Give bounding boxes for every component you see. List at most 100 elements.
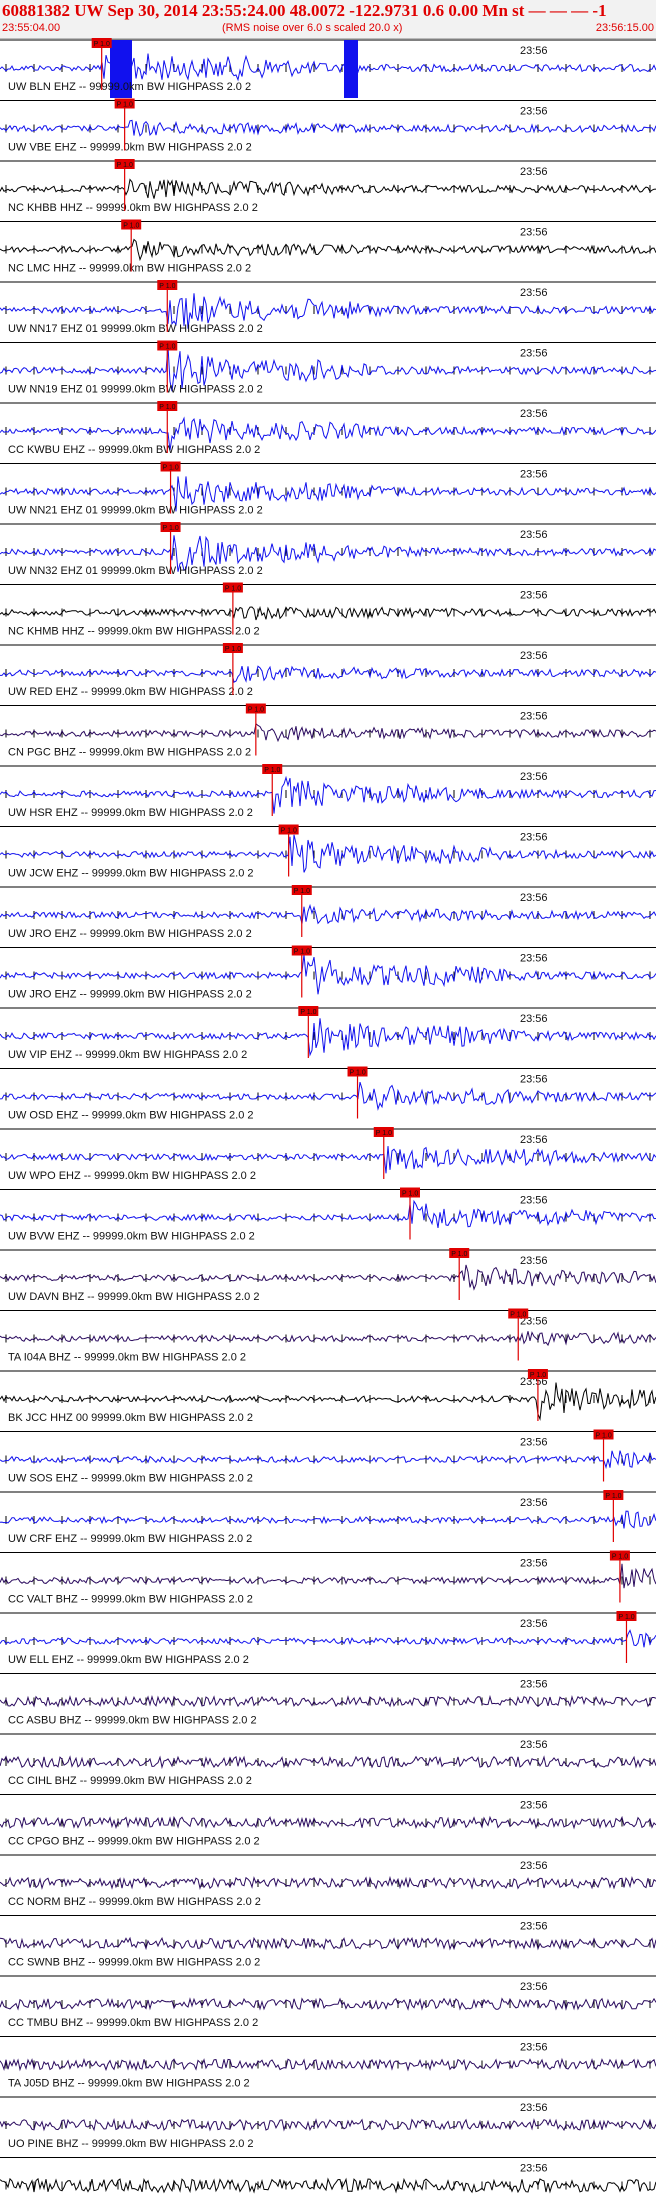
station-label: UW NN32 EHZ 01 99999.0km BW HIGHPASS 2.0… [8,565,263,577]
time-tick-label: 23:56 [520,711,548,723]
pick-label: P 1.0 [451,1251,467,1258]
waveform [0,1997,656,2011]
time-tick-label: 23:56 [520,166,548,178]
pick-label: P 1.0 [225,646,241,653]
time-tick-label: 23:56 [520,1618,548,1630]
station-label: CC NORM BHZ -- 99999.0km BW HIGHPASS 2.0… [8,1896,261,1908]
waveform [0,2118,656,2132]
pick-label: P 1.0 [402,1191,418,1198]
record-header: 60881382 UW Sep 30, 2014 23:55:24.00 48.… [0,0,656,39]
pick-label: P 1.0 [159,404,175,411]
pick-label: P 1.0 [225,586,241,593]
waveform [0,1510,656,1529]
pick-label: P 1.0 [294,949,310,956]
pick-label: P 1.0 [376,1130,392,1137]
time-tick-label: 23:56 [520,106,548,118]
time-tick-label: 23:56 [520,45,548,57]
time-tick-label: 23:56 [520,1921,548,1933]
time-tick-label: 23:56 [520,892,548,904]
pick-label: P 1.0 [264,767,280,774]
station-label: UW BLN EHZ -- 99999.0km BW HIGHPASS 2.0 … [8,81,251,93]
time-tick-label: 23:56 [520,1981,548,1993]
pick-label: P 1.0 [300,1009,316,1016]
station-label: NC LMC HHZ -- 99999.0km BW HIGHPASS 2.0 … [8,263,251,275]
pick-label: P 1.0 [94,41,110,48]
station-label: TA J05D BHZ -- 99999.0km BW HIGHPASS 2.0… [8,2078,250,2090]
scaling-note: (RMS noise over 6.0 s scaled 20.0 x) [222,22,403,34]
time-tick-label: 23:56 [520,1134,548,1146]
waveform [0,238,656,262]
pick-label: P 1.0 [163,465,179,472]
pick-label: P 1.0 [117,162,133,169]
time-tick-label: 23:56 [520,1860,548,1872]
time-tick-label: 23:56 [520,1800,548,1812]
time-tick-label: 23:56 [520,287,548,299]
pick-label: P 1.0 [123,223,139,230]
station-label: UW VIP EHZ -- 99999.0km BW HIGHPASS 2.0 … [8,1049,247,1061]
station-label: CC VALT BHZ -- 99999.0km BW HIGHPASS 2.0… [8,1594,253,1606]
waveform [0,1755,656,1770]
station-label: UW HSR EHZ -- 99999.0km BW HIGHPASS 2.0 … [8,807,253,819]
waveform [0,722,656,743]
station-label: CC TMBU BHZ -- 99999.0km BW HIGHPASS 2.0… [8,2017,258,2029]
pick-label: P 1.0 [510,1312,526,1319]
time-tick-label: 23:56 [520,1013,548,1025]
waveform [0,1815,656,1830]
pick-label: P 1.0 [294,888,310,895]
station-label: UW NN17 EHZ 01 99999.0km BW HIGHPASS 2.0… [8,323,263,335]
station-label: UW DAVN BHZ -- 99999.0km BW HIGHPASS 2.0… [8,1291,259,1303]
station-label: UW WPO EHZ -- 99999.0km BW HIGHPASS 2.0 … [8,1170,256,1182]
time-tick-label: 23:56 [520,469,548,481]
pick-label: P 1.0 [281,828,297,835]
time-tick-label: 23:56 [520,832,548,844]
station-label: UW SOS EHZ -- 99999.0km BW HIGHPASS 2.0 … [8,1473,253,1485]
pick-label: P 1.0 [248,707,264,714]
pick-label: P 1.0 [159,283,175,290]
time-tick-label: 23:56 [520,590,548,602]
station-label: UW VBE EHZ -- 99999.0km BW HIGHPASS 2.0 … [8,142,252,154]
time-tick-label: 23:56 [520,650,548,662]
station-label: UO PINE BHZ -- 99999.0km BW HIGHPASS 2.0… [8,2138,254,2150]
station-label: NC KHMB HHZ -- 99999.0km BW HIGHPASS 2.0… [8,626,260,638]
station-label: BK JCC HHZ 00 99999.0km BW HIGHPASS 2.0 … [8,1412,253,1424]
waveform [0,665,656,683]
waveform [0,1629,656,1648]
pick-label: P 1.0 [618,1614,634,1621]
event-title: 60881382 UW Sep 30, 2014 23:55:24.00 48.… [2,1,607,20]
station-label: CC CPGO BHZ -- 99999.0km BW HIGHPASS 2.0… [8,1836,260,1848]
waveform [0,1264,656,1291]
station-label: TA I04A BHZ -- 99999.0km BW HIGHPASS 2.0… [8,1352,246,1364]
time-tick-label: 23:56 [520,1739,548,1751]
station-label: UW NN19 EHZ 01 99999.0km BW HIGHPASS 2.0… [8,384,263,396]
time-tick-label: 23:56 [520,2102,548,2114]
waveform [0,178,656,199]
station-label: UW JRO EHZ -- 99999.0km BW HIGHPASS 2.0 … [8,989,252,1001]
station-label: NC KHBB HHZ -- 99999.0km BW HIGHPASS 2.0… [8,202,258,214]
pick-label: P 1.0 [530,1372,546,1379]
waveform [0,1563,656,1589]
time-tick-label: 23:56 [520,771,548,783]
waveform [0,605,656,621]
station-label: UW ELL EHZ -- 99999.0km BW HIGHPASS 2.0 … [8,1654,249,1666]
station-label: UW CRF EHZ -- 99999.0km BW HIGHPASS 2.0 … [8,1533,252,1545]
time-tick-label: 23:56 [520,348,548,360]
station-label: UW NN21 EHZ 01 99999.0km BW HIGHPASS 2.0… [8,505,263,517]
end-time: 23:56:15.00 [595,22,654,34]
start-time: 23:55:04.00 [2,22,61,34]
time-tick-label: 23:56 [520,2163,548,2175]
saturation-burst [344,40,358,98]
pick-label: P 1.0 [163,525,179,532]
time-tick-label: 23:56 [520,1255,548,1267]
waveform [0,1450,656,1470]
waveform [0,1875,656,1890]
time-tick-label: 23:56 [520,1497,548,1509]
time-tick-label: 23:56 [520,1195,548,1207]
time-tick-label: 23:56 [520,408,548,420]
station-label: CC SWNB BHZ -- 99999.0km BW HIGHPASS 2.0… [8,1957,260,1969]
station-label: UW JCW EHZ -- 99999.0km BW HIGHPASS 2.0 … [8,868,254,880]
pick-label: P 1.0 [159,344,175,351]
station-label: CN PGC BHZ -- 99999.0km BW HIGHPASS 2.0 … [8,747,251,759]
station-label: CC ASBU BHZ -- 99999.0km BW HIGHPASS 2.0… [8,1715,257,1727]
pick-label: P 1.0 [605,1493,621,1500]
waveform [0,1694,656,1708]
